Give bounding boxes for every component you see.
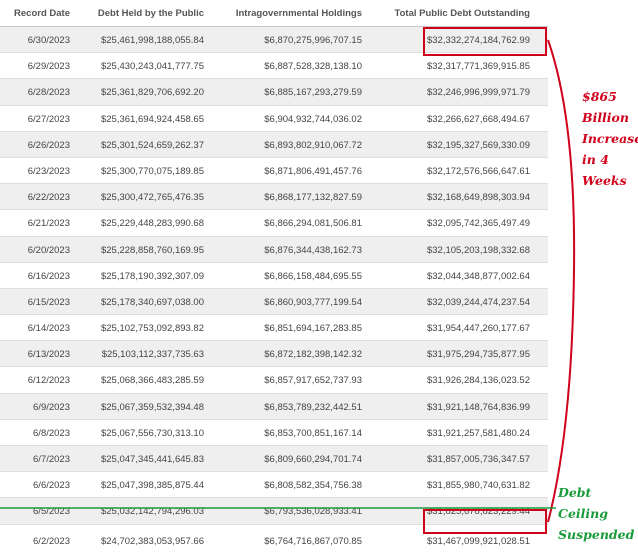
increase-line: Increase (582, 131, 638, 146)
increase-line: in 4 (582, 152, 609, 167)
cell-record-date: 6/2/2023 (33, 535, 70, 547)
increase-line: Billion (582, 110, 629, 125)
ceiling-line-text: Debt Ceiling (558, 485, 608, 521)
cell-total-debt: $31,467,099,921,028.51 (426, 535, 530, 547)
increase-line: $865 (582, 89, 617, 104)
ceiling-annotation: Debt Ceiling Suspended (558, 482, 638, 545)
cell-intragovernmental: $6,764,716,867,070.85 (264, 535, 362, 547)
annotation-overlay (0, 39, 576, 523)
cell-debt-public: $24,702,383,053,957.66 (100, 535, 204, 547)
ceiling-line-text: Suspended (558, 527, 635, 542)
increase-line: Weeks (582, 173, 627, 188)
increase-annotation: $865 Billion Increase in 4 Weeks (582, 86, 638, 191)
brace-bracket (547, 39, 576, 523)
